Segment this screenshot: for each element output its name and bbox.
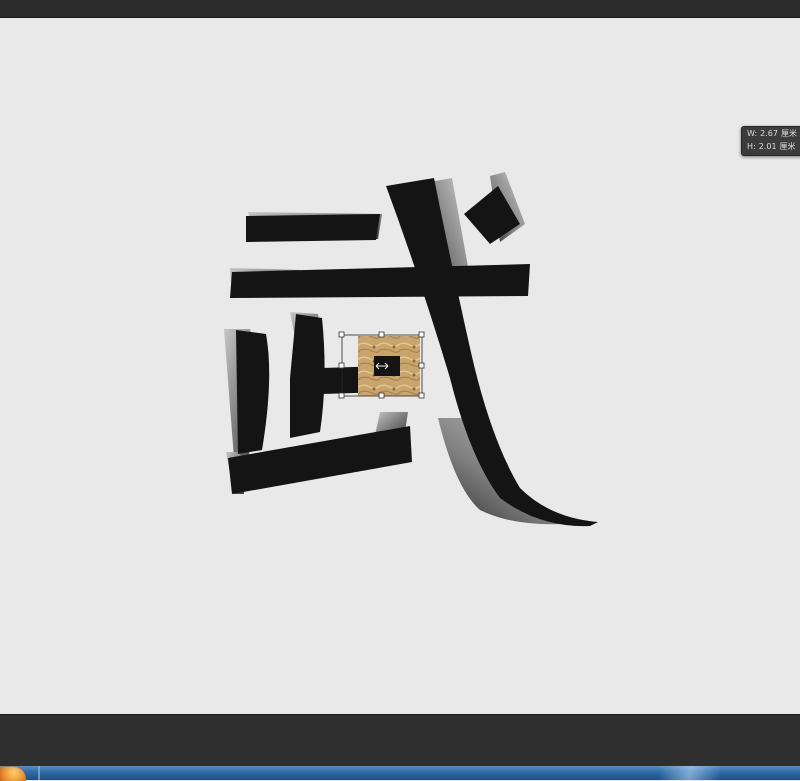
transform-handle [378,392,385,399]
stroke-bevel [438,418,590,525]
document-canvas[interactable] [0,18,800,714]
bottom-panel [0,714,800,767]
transform-handle [338,331,345,338]
tooltip-height-row: H: 2.01 厘米 [742,140,800,153]
height-unit: 厘米 [779,142,796,151]
taskbar-highlight [660,766,720,780]
height-label: H: [747,142,756,151]
tooltip-width-row: W: 2.67 厘米 [742,127,800,140]
taskbar-separator [38,766,40,780]
transform-handle [418,362,425,369]
stroke-top-horizontal [246,214,380,242]
windows-start-icon[interactable] [0,767,26,781]
width-unit: 厘米 [780,129,797,138]
windows-taskbar [0,766,800,781]
calligraphy-artwork [224,172,598,527]
transform-handle [418,331,425,338]
stroke-left-vertical [236,330,270,454]
stroke-inner-vertical [290,314,325,438]
height-value: 2.01 [758,142,777,151]
transform-handle [338,362,345,369]
transform-handle [378,331,385,338]
transform-info-tooltip: W: 2.67 厘米 H: 2.01 厘米 [741,126,800,156]
options-bar [0,0,800,18]
transform-handle [338,392,345,399]
stroke-long-horizontal [230,264,530,298]
width-label: W: [747,129,758,138]
width-value: 2.67 [760,129,778,138]
transform-handle [418,392,425,399]
